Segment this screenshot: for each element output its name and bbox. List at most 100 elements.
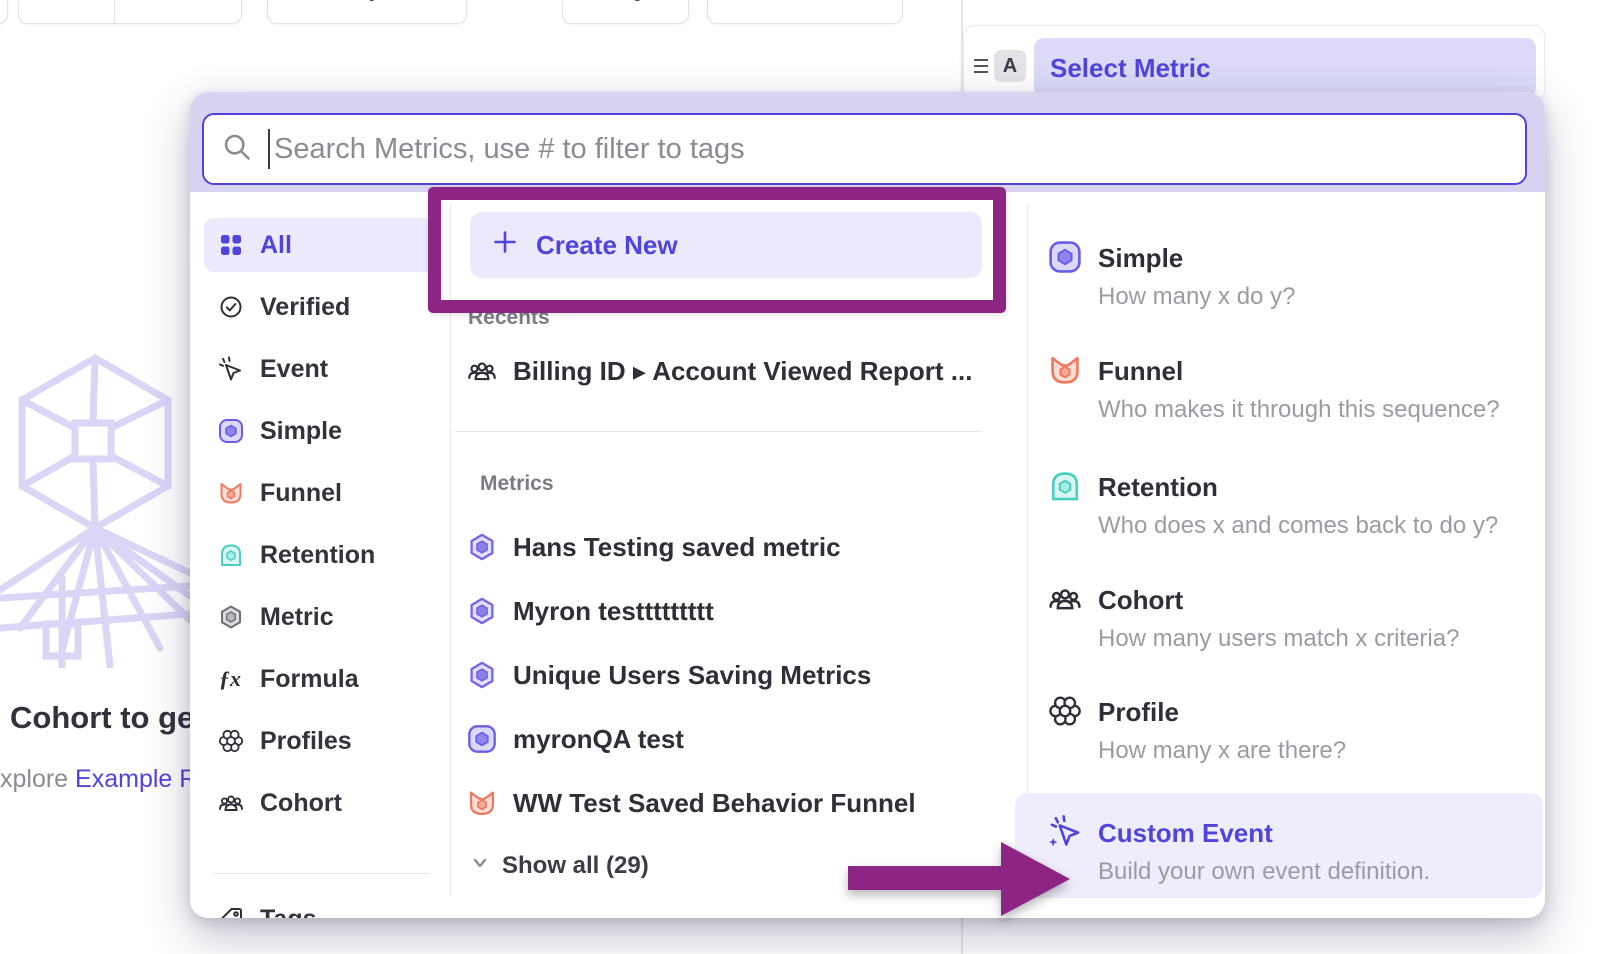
- drag-handle-icon[interactable]: [973, 56, 989, 81]
- explore-text: xplore: [0, 765, 75, 793]
- metric-type-desc: Build your own event definition.: [1098, 857, 1430, 887]
- sidebar-item-label: Funnel: [260, 479, 342, 508]
- sidebar-divider: [214, 873, 430, 874]
- sidebar-item-label: Event: [260, 355, 328, 384]
- empty-state-subtext: xplore Example Re: [0, 765, 193, 794]
- sidebar-item-profiles[interactable]: Profiles: [204, 714, 440, 768]
- empty-state-headline: Cohort to ge: [0, 700, 190, 735]
- search-box[interactable]: [202, 113, 1527, 185]
- interval-day-button[interactable]: Day: [562, 0, 689, 24]
- select-metric-label: Select Metric: [1050, 53, 1210, 84]
- metric-type-funnel[interactable]: Funnel Who makes it through this sequenc…: [1015, 353, 1543, 425]
- toolbar-button-fragment[interactable]: [0, 0, 8, 24]
- show-all-label: Show all (29): [502, 852, 649, 880]
- svg-text:ƒx: ƒx: [219, 666, 241, 691]
- plus-icon: [492, 229, 518, 262]
- sidebar-item-event[interactable]: Event: [204, 342, 440, 396]
- sidebar-item-label: Retention: [260, 541, 375, 570]
- cohort-people-icon: [218, 790, 244, 816]
- sidebar-item-label: Metric: [260, 603, 334, 632]
- metric-type-desc: Who makes it through this sequence?: [1098, 395, 1500, 425]
- recent-item-label: Billing ID ▸ Account Viewed Report ...: [513, 356, 972, 387]
- metric-type-desc: How many users match x criteria?: [1098, 624, 1459, 654]
- range-ytd-label: YTD: [142, 0, 190, 3]
- metric-type-desc: How many x are there?: [1098, 736, 1346, 766]
- simple-metric-icon: [218, 418, 244, 444]
- metric-type-cohort[interactable]: Cohort How many users match x criteria?: [1015, 582, 1543, 654]
- select-metric-button[interactable]: Select Metric: [1034, 38, 1536, 98]
- funnel-icon: [1048, 353, 1082, 387]
- saved-metric-hexagon-icon: [467, 660, 497, 690]
- search-icon: [222, 132, 252, 167]
- metric-type-title: Simple: [1098, 240, 1295, 276]
- sidebar-item-cohort[interactable]: Cohort: [204, 776, 440, 830]
- simple-metric-icon: [1048, 240, 1082, 274]
- series-a-badge: A: [994, 50, 1026, 82]
- simple-metric-icon: [467, 724, 497, 754]
- metric-type-title: Profile: [1098, 694, 1346, 730]
- sidebar-item-label: Cohort: [260, 789, 342, 818]
- sidebar-item-funnel[interactable]: Funnel: [204, 466, 440, 520]
- recents-section-label: Recents: [468, 306, 550, 330]
- metric-item-label: Unique Users Saving Metrics: [513, 660, 871, 691]
- create-new-button[interactable]: Create New: [470, 212, 982, 278]
- metric-item-label: WW Test Saved Behavior Funnel: [513, 788, 916, 819]
- retention-icon: [218, 542, 244, 568]
- sidebar-item-label: Profiles: [260, 727, 352, 756]
- metric-type-desc: How many x do y?: [1098, 282, 1295, 312]
- metric-item-label: myronQA test: [513, 724, 684, 755]
- funnel-icon: [218, 480, 244, 506]
- range-12m-button[interactable]: 12M: [19, 0, 114, 23]
- search-input[interactable]: [272, 132, 1507, 167]
- cohort-people-icon: [467, 356, 497, 386]
- recent-item-billing[interactable]: Billing ID ▸ Account Viewed Report ...: [467, 355, 972, 387]
- metric-list-item[interactable]: Myron testtttttttt: [467, 595, 714, 627]
- chart-type-line-button[interactable]: Line: [707, 0, 903, 24]
- sidebar-item-tags[interactable]: Tags: [204, 892, 440, 918]
- metric-type-simple[interactable]: Simple How many x do y?: [1015, 240, 1543, 312]
- retention-icon: [1048, 469, 1082, 503]
- sidebar-item-label: Formula: [260, 665, 359, 694]
- chart-type-line-label: Line: [802, 0, 851, 3]
- example-reports-link[interactable]: Example Re: [75, 765, 193, 793]
- metric-item-label: Hans Testing saved metric: [513, 532, 841, 563]
- compare-button[interactable]: Compare: [267, 0, 467, 24]
- metric-type-custom-event[interactable]: Custom Event Build your own event defini…: [1015, 793, 1543, 898]
- sidebar-main-divider: [450, 204, 451, 896]
- sidebar-item-retention[interactable]: Retention: [204, 528, 440, 582]
- tag-icon: [218, 906, 244, 918]
- recents-metrics-divider: [455, 431, 982, 432]
- metric-type-profile[interactable]: Profile How many x are there?: [1015, 694, 1543, 766]
- sidebar-item-formula[interactable]: ƒx Formula: [204, 652, 440, 706]
- sidebar-item-all[interactable]: All: [204, 218, 440, 272]
- line-chart-icon: [758, 0, 788, 8]
- event-cursor-icon: [218, 356, 244, 382]
- sidebar-item-verified[interactable]: Verified: [204, 280, 440, 334]
- range-12m-label: 12M: [43, 0, 90, 3]
- grid-icon: [218, 232, 244, 258]
- metric-hexagon-icon: [218, 604, 244, 630]
- chevron-down-icon: [470, 852, 490, 880]
- metric-type-title: Retention: [1098, 469, 1498, 505]
- metric-list-item[interactable]: Unique Users Saving Metrics: [467, 659, 871, 691]
- metrics-section-label: Metrics: [480, 472, 554, 496]
- sidebar-item-simple[interactable]: Simple: [204, 404, 440, 458]
- text-cursor: [268, 129, 270, 169]
- interval-day-label: Day: [603, 0, 647, 3]
- metric-type-title: Funnel: [1098, 353, 1500, 389]
- metric-list-item[interactable]: myronQA test: [467, 723, 684, 755]
- date-range-segmented-control: 12M YTD: [18, 0, 242, 24]
- background-illustration: [0, 328, 190, 668]
- chevron-down-icon: [198, 0, 214, 3]
- range-ytd-button[interactable]: YTD: [114, 0, 241, 23]
- create-new-label: Create New: [536, 230, 678, 261]
- compare-label: Compare: [315, 0, 419, 3]
- metric-item-label: Myron testtttttttt: [513, 596, 714, 627]
- saved-metric-hexagon-icon: [467, 596, 497, 626]
- metric-list-item[interactable]: WW Test Saved Behavior Funnel: [467, 787, 916, 819]
- show-all-button[interactable]: Show all (29): [470, 850, 649, 882]
- sidebar-item-metric[interactable]: Metric: [204, 590, 440, 644]
- metric-list-item[interactable]: Hans Testing saved metric: [467, 531, 841, 563]
- metric-type-title: Custom Event: [1098, 815, 1430, 851]
- metric-type-retention[interactable]: Retention Who does x and comes back to d…: [1015, 469, 1543, 541]
